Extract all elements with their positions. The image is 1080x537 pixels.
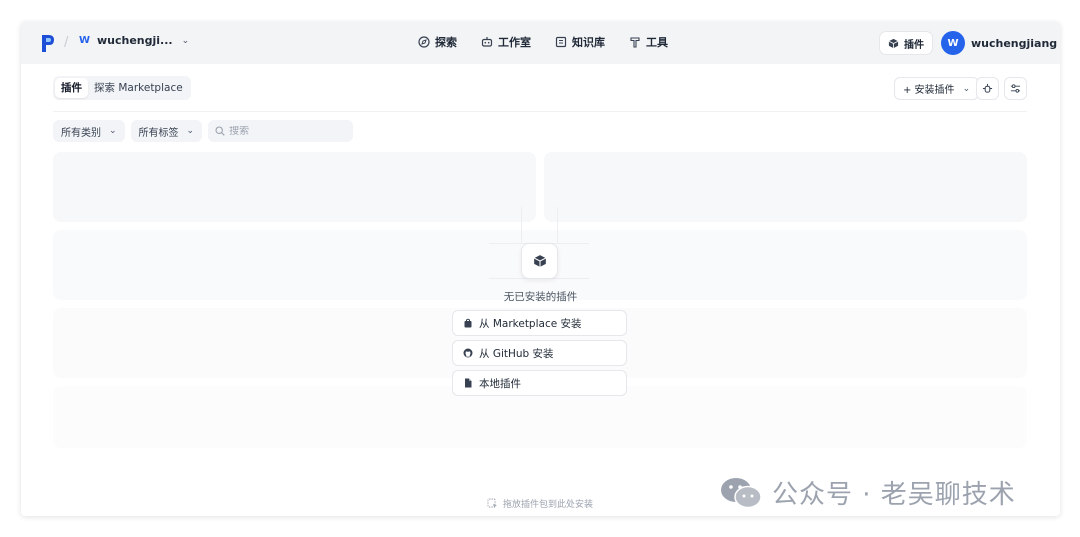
app-logo-icon[interactable] [42, 35, 54, 52]
hammer-icon [630, 37, 640, 48]
workspace-name: wuchengji... [97, 34, 173, 47]
guide-line [521, 207, 522, 243]
skeleton-card [544, 152, 1027, 222]
nav-studio[interactable]: 工作室 [481, 34, 531, 50]
file-icon [465, 378, 472, 388]
chevron-down-icon: ⌄ [109, 126, 117, 136]
install-from-marketplace-button[interactable]: 从 Marketplace 安装 [452, 310, 627, 336]
user-name: wuchengjiang [971, 36, 1058, 50]
wechat-icon [721, 477, 762, 508]
plugins-button-label: 插件 [904, 39, 924, 51]
cube-icon [888, 38, 899, 48]
skeleton-card [53, 152, 536, 222]
search-input[interactable] [229, 125, 340, 137]
drop-zone-hint: 拖放插件包到此处安装 [487, 497, 593, 510]
tab-marketplace[interactable]: 探索 Marketplace [88, 78, 189, 98]
main-panel: 插件 探索 Marketplace + 安装插件 ⌄ 所有类别 ⌄ 所有标签 ⌄ [21, 64, 1060, 516]
main-nav: 探索 工作室 知识库 工具 [418, 34, 668, 50]
github-icon [463, 348, 473, 358]
nav-knowledge-label: 知识库 [572, 36, 605, 49]
nav-explore[interactable]: 探索 [418, 34, 457, 50]
cube-icon [533, 255, 546, 267]
install-from-github-button[interactable]: 从 GitHub 安装 [452, 340, 627, 366]
chevron-down-icon: ⌄ [186, 126, 195, 136]
install-from-github-label: 从 GitHub 安装 [479, 347, 554, 360]
install-plugin-button[interactable]: + 安装插件 ⌄ [894, 77, 980, 100]
marketplace-icon [464, 318, 472, 328]
nav-explore-label: 探索 [435, 36, 457, 49]
watermark-text: 公众号 · 老吴聊技术 [772, 480, 1016, 510]
plugins-button[interactable]: 插件 [880, 32, 932, 54]
guide-line [557, 207, 558, 243]
local-plugin-button[interactable]: 本地插件 [452, 370, 627, 396]
filter-bar: 所有类别 ⌄ 所有标签 ⌄ [53, 120, 354, 142]
empty-state-message: 无已安装的插件 [503, 291, 578, 303]
local-plugin-label: 本地插件 [479, 377, 521, 390]
tag-filter[interactable]: 所有标签 ⌄ [130, 120, 203, 142]
workspace-badge: W [79, 35, 91, 46]
nav-tools-label: 工具 [646, 36, 668, 49]
avatar: W [941, 31, 965, 55]
empty-state-icon [521, 243, 558, 279]
bug-icon [982, 83, 993, 93]
divider [53, 111, 1027, 112]
tag-filter-label: 所有标签 [138, 127, 179, 139]
chevron-down-icon: ⌄ [181, 35, 190, 46]
robot-icon [481, 37, 493, 47]
breadcrumb-separator: / [64, 35, 69, 50]
search-box[interactable] [208, 120, 354, 142]
watermark: 公众号 · 老吴聊技术 [718, 474, 1016, 511]
drag-file-icon [487, 498, 497, 508]
user-menu[interactable]: W wuchengjiang ⌄ [941, 31, 1060, 55]
install-from-marketplace-label: 从 Marketplace 安装 [479, 317, 582, 330]
tab-switcher: 插件 探索 Marketplace [53, 76, 191, 100]
tab-plugins[interactable]: 插件 [55, 78, 88, 98]
book-icon [555, 36, 567, 48]
compass-icon [418, 36, 430, 48]
nav-tools[interactable]: 工具 [629, 34, 668, 50]
chevron-down-icon: ⌄ [962, 83, 971, 94]
nav-knowledge[interactable]: 知识库 [555, 34, 605, 50]
category-filter-label: 所有类别 [61, 127, 101, 139]
app-window: / W wuchengji... ⌄ 探索 工作室 知识库 工具 插件 W wu… [21, 22, 1060, 516]
top-bar: / W wuchengji... ⌄ 探索 工作室 知识库 工具 插件 W wu… [21, 22, 1060, 64]
debug-button[interactable] [976, 77, 999, 100]
install-plugin-label: + 安装插件 [903, 85, 955, 96]
sliders-icon [1010, 84, 1021, 93]
search-icon [215, 126, 225, 136]
category-filter[interactable]: 所有类别 ⌄ [53, 120, 125, 142]
settings-button[interactable] [1004, 77, 1027, 100]
drop-zone-label: 拖放插件包到此处安装 [503, 500, 594, 510]
workspace-selector[interactable]: W wuchengji... ⌄ [79, 34, 189, 47]
nav-studio-label: 工作室 [498, 36, 531, 49]
